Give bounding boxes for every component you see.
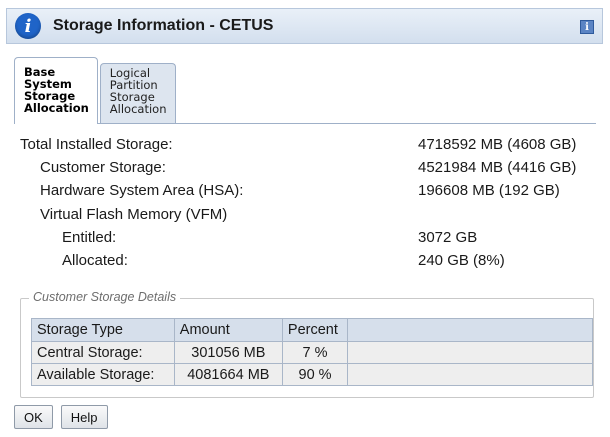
tab-logical-partition-storage-allocation[interactable]: Logical Partition Storage Allocation xyxy=(99,63,176,124)
cell-empty xyxy=(347,363,593,386)
tab-label-line: Allocation xyxy=(24,101,89,115)
tab-bar: Base System Storage Allocation Logical P… xyxy=(14,57,178,124)
cell-amount: 4081664 MB xyxy=(173,363,283,386)
help-button[interactable]: Help xyxy=(60,405,108,429)
cell-percent: 90 % xyxy=(281,363,349,386)
customer-storage-label: Customer Storage: xyxy=(40,159,166,176)
hsa-value: 196608 MB (192 GB) xyxy=(418,182,560,199)
customer-storage-details-group: Customer Storage Details Storage Type Am… xyxy=(20,290,594,398)
info-icon: i xyxy=(15,13,41,39)
tab-label-line: Allocation xyxy=(109,102,167,116)
column-header-empty xyxy=(347,318,593,342)
cell-empty xyxy=(347,341,593,364)
ok-button[interactable]: OK xyxy=(14,405,53,429)
column-header-percent[interactable]: Percent xyxy=(281,318,349,342)
window-title: Storage Information - CETUS xyxy=(53,17,274,34)
customer-storage-value: 4521984 MB (4416 GB) xyxy=(418,159,577,176)
total-installed-storage-label: Total Installed Storage: xyxy=(20,136,173,153)
table-header-row: Storage Type Amount Percent xyxy=(31,318,593,342)
table-row[interactable]: Available Storage: 4081664 MB 90 % xyxy=(31,363,593,386)
vfm-label: Virtual Flash Memory (VFM) xyxy=(40,206,228,223)
button-bar: OK Help xyxy=(14,405,108,429)
vfm-entitled-label: Entitled: xyxy=(62,229,117,246)
total-installed-storage-value: 4718592 MB (4608 GB) xyxy=(418,136,577,153)
vfm-allocated-value: 240 GB (8%) xyxy=(418,252,505,269)
cell-storage-type: Central Storage: xyxy=(31,341,175,364)
column-header-storage-type[interactable]: Storage Type xyxy=(31,318,175,342)
vfm-entitled-value: 3072 GB xyxy=(418,229,478,246)
column-header-amount[interactable]: Amount xyxy=(173,318,283,342)
group-legend: Customer Storage Details xyxy=(29,290,181,304)
vfm-allocated-label: Allocated: xyxy=(62,252,128,269)
table-row[interactable]: Central Storage: 301056 MB 7 % xyxy=(31,341,593,364)
hsa-label: Hardware System Area (HSA): xyxy=(40,182,244,199)
cell-amount: 301056 MB xyxy=(173,341,283,364)
customer-storage-details-table: Storage Type Amount Percent Central Stor… xyxy=(31,318,593,386)
tab-base-system-storage-allocation[interactable]: Base System Storage Allocation xyxy=(14,57,98,124)
cell-percent: 7 % xyxy=(281,341,349,364)
help-icon[interactable]: i xyxy=(580,20,594,34)
tab-content-panel: Total Installed Storage: 4718592 MB (460… xyxy=(14,123,596,398)
cell-storage-type: Available Storage: xyxy=(31,363,175,386)
title-bar: i Storage Information - CETUS i xyxy=(6,8,603,44)
storage-information-window: i Storage Information - CETUS i Base Sys… xyxy=(0,0,610,437)
